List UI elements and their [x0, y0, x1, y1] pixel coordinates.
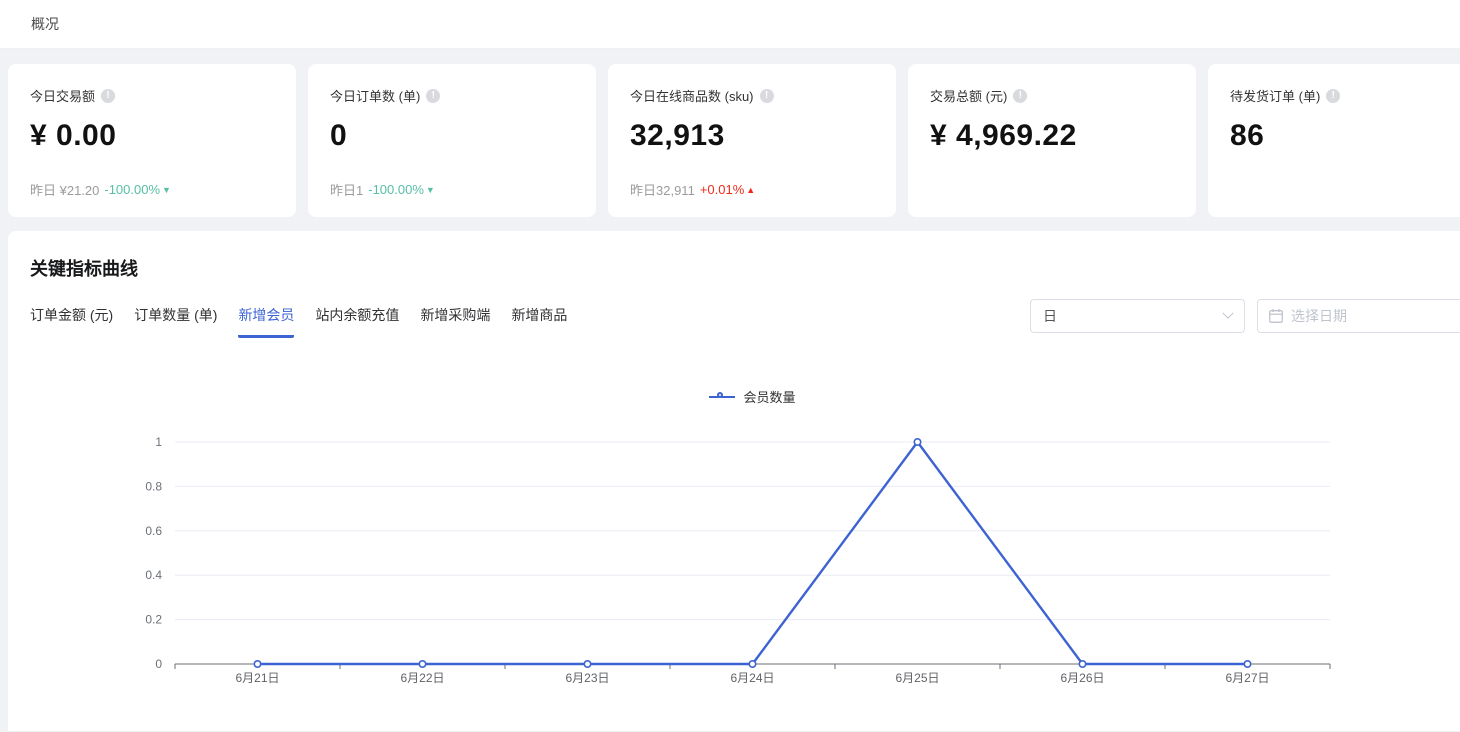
info-circle-icon[interactable]: !	[760, 89, 774, 103]
stat-card: 待发货订单 (单) ! 86	[1208, 64, 1460, 217]
svg-text:1: 1	[155, 435, 162, 449]
stat-card-value: ¥ 4,969.22	[930, 119, 1174, 153]
stat-card: 今日在线商品数 (sku) ! 32,913 昨日32,911 +0.01%▲	[608, 64, 896, 217]
stat-card-value: 32,913	[630, 119, 874, 153]
change-percent: -100.00%▼	[368, 182, 435, 197]
svg-text:6月24日: 6月24日	[730, 671, 774, 685]
stat-card-title: 今日在线商品数 (sku)	[630, 86, 754, 105]
stat-card-value: 0	[330, 119, 574, 153]
info-circle-icon[interactable]: !	[1013, 89, 1027, 103]
info-circle-icon[interactable]: !	[1326, 89, 1340, 103]
svg-text:0.8: 0.8	[145, 479, 162, 493]
stat-card: 今日交易额 ! ¥ 0.00 昨日 ¥21.20 -100.00%▼	[8, 64, 296, 217]
stat-card-header: 今日在线商品数 (sku) !	[630, 86, 874, 105]
change-text: +0.01%	[700, 182, 744, 197]
stat-cards-row: 今日交易额 ! ¥ 0.00 昨日 ¥21.20 -100.00%▼ 今日订单数…	[0, 64, 1460, 217]
yesterday-value: 昨日1	[330, 180, 363, 199]
svg-text:6月25日: 6月25日	[895, 671, 939, 685]
stat-card-header: 交易总额 (元) !	[930, 86, 1174, 105]
svg-text:0.4: 0.4	[145, 568, 162, 582]
line-chart[interactable]: 0 0.2 0.4 0.6 0.8 1 6月21日 6月22日 6月23日 6月24日 6月25日 6…	[8, 231, 1460, 731]
info-circle-icon[interactable]: !	[101, 89, 115, 103]
info-circle-icon[interactable]: !	[426, 89, 440, 103]
svg-text:0.2: 0.2	[145, 613, 162, 627]
stat-card-title: 今日交易额	[30, 86, 95, 105]
svg-text:6月22日: 6月22日	[400, 671, 444, 685]
stat-card: 今日订单数 (单) ! 0 昨日1 -100.00%▼	[308, 64, 596, 217]
change-arrow-icon: ▼	[426, 185, 435, 195]
stat-card-title: 待发货订单 (单)	[1230, 86, 1320, 105]
stat-card-footer: 昨日1 -100.00%▼	[330, 180, 435, 199]
change-arrow-icon: ▼	[162, 185, 171, 195]
yesterday-value: 昨日 ¥21.20	[30, 180, 99, 199]
change-percent: -100.00%▼	[104, 182, 171, 197]
stat-card-footer: 昨日32,911 +0.01%▲	[630, 180, 755, 199]
stat-card-header: 今日订单数 (单) !	[330, 86, 574, 105]
stat-card-value: ¥ 0.00	[30, 119, 274, 153]
svg-text:0.6: 0.6	[145, 524, 162, 538]
svg-text:6月27日: 6月27日	[1225, 671, 1269, 685]
stat-card-title: 今日订单数 (单)	[330, 86, 420, 105]
stat-card-title: 交易总额 (元)	[930, 86, 1007, 105]
stat-card-header: 今日交易额 !	[30, 86, 274, 105]
svg-text:0: 0	[155, 657, 162, 671]
change-text: -100.00%	[104, 182, 160, 197]
yesterday-value: 昨日32,911	[630, 180, 695, 199]
stat-card-value: 86	[1230, 119, 1460, 153]
change-percent: +0.01%▲	[700, 182, 755, 197]
stat-card-footer: 昨日 ¥21.20 -100.00%▼	[30, 180, 171, 199]
topbar: 概况	[0, 0, 1460, 49]
change-arrow-icon: ▲	[746, 185, 755, 195]
page-title: 概况	[31, 14, 59, 34]
key-metrics-panel: 关键指标曲线 订单金额 (元)订单数量 (单)新增会员站内余额充值新增采购端新增…	[8, 231, 1460, 731]
change-text: -100.00%	[368, 182, 424, 197]
stat-card-header: 待发货订单 (单) !	[1230, 86, 1460, 105]
svg-text:6月26日: 6月26日	[1060, 671, 1104, 685]
svg-text:6月21日: 6月21日	[235, 671, 279, 685]
stat-card: 交易总额 (元) ! ¥ 4,969.22	[908, 64, 1196, 217]
svg-text:6月23日: 6月23日	[565, 671, 609, 685]
